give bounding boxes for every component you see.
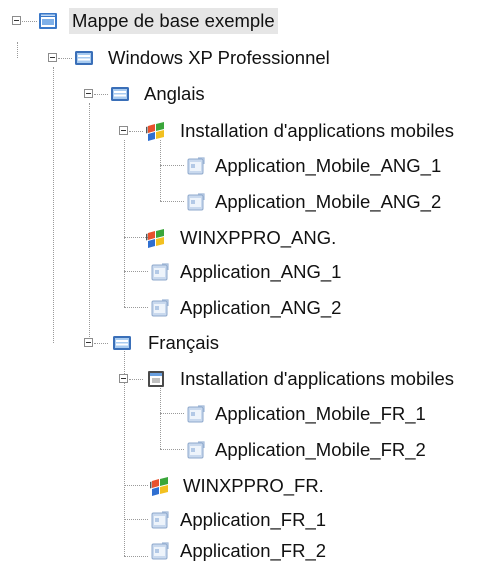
tree-node-label: WINXPPRO_ANG. [180,227,337,248]
tree-node-label: Application_FR_2 [180,540,327,561]
tree-node-app[interactable]: Application_ANG_2 [0,295,400,321]
tree-node-label: Application_Mobile_FR_1 [215,403,426,424]
tree-node-app[interactable]: Application_ANG_1 [0,259,400,285]
collapse-toggle[interactable] [48,53,57,62]
tree-node-label: Installation d'applications mobiles [180,120,454,141]
application-icon [186,156,206,176]
collapse-toggle[interactable] [119,126,128,135]
monitor-icon [110,84,130,104]
collapse-toggle[interactable] [84,338,93,347]
tree-node-label: Installation d'applications mobiles [180,368,454,389]
tree-node-mobile-install-fr[interactable]: Installation d'applications mobiles [0,366,499,392]
collapse-toggle[interactable] [84,89,93,98]
tree-node-root[interactable]: Mappe de base exemple [0,8,320,34]
package-icon [146,369,166,389]
application-icon [150,262,170,282]
tree-node-app[interactable]: Application_FR_2 [0,538,400,564]
windows-flag-icon [150,476,170,496]
tree-node-label: Anglais [144,83,205,104]
tree-node-label: Application_Mobile_FR_2 [215,439,426,460]
collapse-toggle[interactable] [119,374,128,383]
tree-node-os[interactable]: Windows XP Professionnel [0,45,400,71]
tree-node-app[interactable]: Application_Mobile_FR_2 [0,437,499,463]
application-icon [186,404,206,424]
application-icon [150,541,170,561]
tree-node-app[interactable]: Application_Mobile_ANG_1 [0,153,499,179]
application-icon [150,510,170,530]
windows-flag-icon [146,121,166,141]
application-icon [186,192,206,212]
windows-flag-icon [146,228,166,248]
tree-node-label: Français [148,332,219,353]
tree-node-label: Application_ANG_1 [180,261,342,282]
tree-node-label: Application_Mobile_ANG_1 [215,155,442,176]
tree-node-label: Application_Mobile_ANG_2 [215,191,442,212]
application-icon [150,298,170,318]
monitor-icon [112,333,132,353]
tree-node-app[interactable]: Application_Mobile_FR_1 [0,401,499,427]
tree-node-label: Windows XP Professionnel [108,47,330,68]
application-icon [186,440,206,460]
tree-node-lang-fr[interactable]: Français [0,330,300,356]
tree-node-mobile-install-en[interactable]: Installation d'applications mobiles [0,118,499,144]
collapse-toggle[interactable] [12,16,21,25]
tree-node-winxppro-en[interactable]: WINXPPRO_ANG. [0,225,400,251]
tree-node-label: Mappe de base exemple [69,8,278,34]
tree-node-label: WINXPPRO_FR. [183,475,324,496]
tree-node-label: Application_FR_1 [180,509,327,530]
tree-node-app[interactable]: Application_Mobile_ANG_2 [0,189,499,215]
tree-node-lang-en[interactable]: Anglais [0,81,300,107]
tree-node-app[interactable]: Application_FR_1 [0,507,400,533]
folder-window-icon [38,11,58,31]
tree-view[interactable]: Mappe de base exemple Windows XP Profess… [0,0,499,564]
monitor-icon [74,48,94,68]
tree-node-winxppro-fr[interactable]: WINXPPRO_FR. [0,473,400,499]
tree-node-label: Application_ANG_2 [180,297,342,318]
